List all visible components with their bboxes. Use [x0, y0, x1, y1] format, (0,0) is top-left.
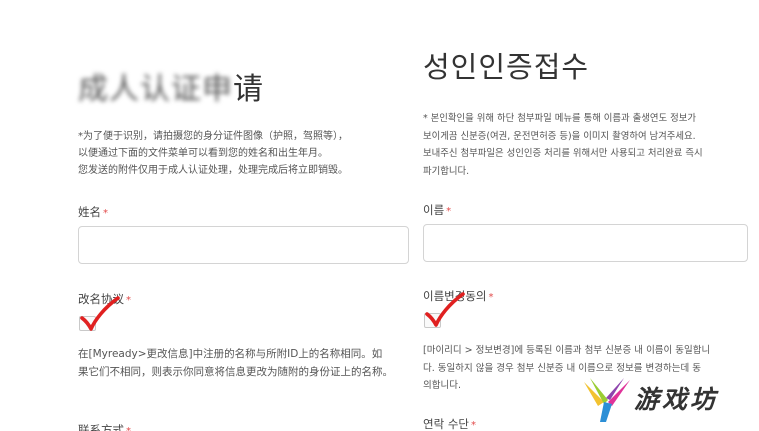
desc-line: 在[Myready>更改信息]中注册的名称与所附ID上的名称相同。如: [78, 348, 383, 360]
notice-line: 보내주신 첨부파일은 성인인증 처리를 위해서만 사용되고 처리완료 즉시: [423, 148, 703, 159]
contact-label: 联系方式*: [78, 422, 131, 431]
required-mark: *: [446, 206, 452, 217]
name-label: 姓名 *: [78, 205, 108, 219]
notice-line: 您发送的附件仅用于成人认证处理，处理完成后将立即销毁。: [78, 165, 348, 176]
notice-line: *为了便于识别，请拍摄您的身分证件图像（护照，驾照等），: [78, 131, 348, 142]
check-mark-icon: [425, 292, 465, 327]
page-title: 성인인증접수: [423, 50, 590, 84]
contact-label: 연락 수단 *: [423, 417, 476, 431]
required-mark: *: [103, 208, 108, 219]
check-mark-icon: [80, 296, 120, 331]
name-label: 이름 *: [423, 203, 452, 217]
page-title: 成人认证申请: [78, 64, 264, 108]
watermark-logo: 游戏坊: [582, 376, 742, 426]
name-input[interactable]: [423, 224, 748, 262]
notice-line: 파기합니다.: [423, 165, 470, 177]
desc-line: 果它们不相同，则表示你同意将信息更改为随附的身份证上的名称。: [78, 365, 393, 378]
notice-line: 以便通过下面的文件菜单可以看到您的姓名和出生年月。: [78, 148, 328, 159]
consent-description: 在[Myready>更改信息]中注册的名称与所附ID上的名称相同。如 果它们不相…: [78, 346, 412, 381]
notice-line: 보이게끔 신분증(여권, 운전면허증 등)을 이미지 촬영하여 남겨주세요.: [423, 130, 696, 142]
watermark-text: 游戏坊: [634, 385, 719, 414]
required-mark: *: [488, 292, 494, 303]
desc-line: 다. 동일하지 않을 경우 첨부 신분증 내 이름으로 정보를 변경하는데 동: [423, 362, 701, 374]
required-mark: *: [470, 420, 476, 431]
notice-line: * 본인확인을 위해 하단 첨부파일 메뉴를 통해 이름과 출생연도 정보가: [423, 113, 697, 124]
required-mark: *: [126, 295, 131, 306]
notice-text: *为了便于识别，请拍摄您的身分证件图像（护照，驾照等）， 以便通过下面的文件菜单…: [78, 128, 410, 179]
required-mark: *: [126, 426, 131, 431]
title-last-char: 请: [233, 72, 264, 107]
notice-text: * 본인확인을 위해 하단 첨부파일 메뉴를 통해 이름과 출생연도 정보가 보…: [423, 110, 749, 180]
desc-line: [마이리디 > 정보변경]에 등록된 이름과 첨부 신분증 내 이름이 동일합니: [423, 345, 711, 356]
watermark-logo-icon: [584, 378, 630, 422]
title-blurred-part: 成人认证申: [78, 72, 233, 107]
name-input[interactable]: [78, 226, 409, 264]
